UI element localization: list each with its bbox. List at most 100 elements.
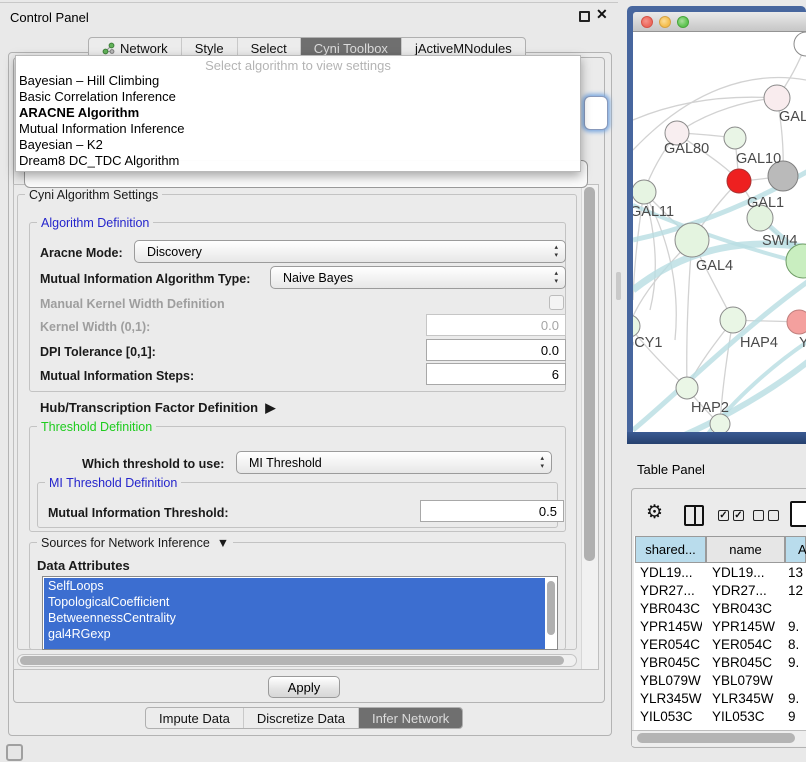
close-icon[interactable]: ✕ [596,6,608,23]
node-gcy1[interactable] [633,315,640,337]
collapse-down-icon: ▼ [213,536,229,550]
tab-infer-network[interactable]: Infer Network [358,708,462,728]
algorithm-dropdown-popup: Select algorithm to view settings Bayesi… [15,55,581,172]
mi-steps-label: Mutual Information Steps: [40,369,194,383]
manual-kernel-label: Manual Kernel Width Definition [40,297,225,311]
dpi-tolerance-label: DPI Tolerance [0,1]: [40,345,156,359]
settings-hscrollbar-thumb[interactable] [20,656,564,665]
list-item-selfloops[interactable]: SelfLoops [44,578,545,594]
network-view-window: GAL GAL80 GAL10 GAL1 GAL11 SWI4 GAL4 GCY… [627,6,806,444]
node-gal10[interactable] [724,127,746,149]
sources-group-title[interactable]: Sources for Network Inference ▼ [37,536,233,550]
minimized-panel-icon[interactable] [6,744,23,761]
mi-algorithm-type-combo[interactable]: Naive Bayes ▴▾ [270,266,566,289]
node-gal1-selected[interactable] [727,169,751,193]
column-header-shared[interactable]: shared... [635,536,706,563]
table-hscrollbar-thumb[interactable] [637,733,795,743]
close-traffic-light-icon[interactable] [641,16,653,28]
dpi-tolerance-field[interactable]: 0.0 [426,339,566,361]
table-row[interactable]: YBL079W YBL079W [634,673,806,691]
node[interactable] [764,85,790,111]
float-window-icon[interactable] [579,11,590,22]
tab-impute-data[interactable]: Impute Data [146,708,243,728]
node-salmon[interactable] [787,310,806,334]
svg-text:GAL10: GAL10 [736,151,781,167]
algorithm-dropdown-placeholder: Select algorithm to view settings [16,58,580,73]
table-row[interactable]: YBR043C YBR043C [634,601,806,619]
table-row[interactable]: YDL19... YDL19... 13 [634,565,806,583]
dropdown-item-aracne[interactable]: ARACNE Algorithm [16,105,580,121]
deselect-all-icon[interactable] [753,510,779,521]
which-threshold-combo[interactable]: MI Threshold ▴▾ [236,451,552,474]
mi-steps-field[interactable]: 6 [426,363,566,385]
threshold-definition-title: Threshold Definition [37,420,156,434]
tab-discretize-data[interactable]: Discretize Data [243,708,358,728]
svg-text:GAL1: GAL1 [747,195,784,211]
bottom-tabbar: Impute Data Discretize Data Infer Networ… [145,707,463,729]
mi-threshold-group-title: MI Threshold Definition [45,476,181,490]
table-row[interactable]: YLR345W YLR345W 9. [634,691,806,709]
dropdown-item-basic-correlation[interactable]: Basic Correlation Inference [16,89,580,105]
mi-threshold-field[interactable]: 0.5 [420,500,564,522]
column-header-name[interactable]: name [706,536,785,563]
svg-text:GCY1: GCY1 [633,335,663,351]
aracne-mode-value: Discovery [147,245,202,259]
aracne-mode-label: Aracne Mode: [40,246,123,260]
settings-vscrollbar-thumb[interactable] [584,187,595,561]
svg-text:HAP2: HAP2 [691,400,729,416]
tab-network-label: Network [120,41,168,56]
hub-section-toggle[interactable]: Hub/Transcription Factor Definition ▶ [40,400,275,416]
split-columns-icon[interactable] [684,505,704,526]
apply-button[interactable]: Apply [268,676,340,698]
node-gal4[interactable] [675,223,709,257]
table-row[interactable]: YIL053C YIL053C 9 [634,709,806,727]
combo-arrows-icon: ▴▾ [540,455,544,471]
table-panel-title: Table Panel [637,462,705,477]
table-row[interactable]: YPR145W YPR145W 9. [634,619,806,637]
dropdown-item-bayesian-hill-climbing[interactable]: Bayesian – Hill Climbing [16,73,580,89]
table-row[interactable]: YER054C YER054C 8. [634,637,806,655]
svg-text:Y: Y [799,335,806,351]
list-item-betweennesscentrality[interactable]: BetweennessCentrality [44,610,545,626]
dropdown-item-dream8[interactable]: Dream8 DC_TDC Algorithm [16,153,580,169]
node[interactable] [794,32,806,56]
gear-icon[interactable]: ⚙ [646,501,663,524]
node[interactable] [710,414,730,432]
kernel-width-field[interactable]: 0.0 [426,314,566,336]
which-threshold-label: Which threshold to use: [82,457,224,471]
page-icon[interactable] [790,501,806,527]
app-root: Control Panel ✕ Network Style Select Cyn… [0,0,806,762]
table-row[interactable]: YBR045C YBR045C 9. [634,655,806,673]
table-row[interactable]: YDR27... YDR27... 12 [634,583,806,601]
aracne-mode-combo[interactable]: Discovery ▴▾ [134,240,566,263]
list-item-partial[interactable] [44,642,545,650]
control-panel: Control Panel ✕ Network Style Select Cyn… [0,0,618,762]
list-item-gal4rgexp[interactable]: gal4RGexp [44,626,545,642]
combo-arrows-icon: ▴▾ [554,270,558,286]
data-attributes-list: SelfLoops TopologicalCoefficient Between… [42,576,558,650]
kernel-width-label: Kernel Width (0,1): [40,320,150,334]
expand-right-icon: ▶ [262,400,276,415]
splitter-handle[interactable] [616,272,621,300]
svg-text:HAP4: HAP4 [740,335,778,351]
top-divider [0,2,618,3]
zoom-traffic-light-icon[interactable] [677,16,689,28]
control-panel-title: Control Panel [10,10,89,25]
list-item-topologicalcoefficient[interactable]: TopologicalCoefficient [44,594,545,610]
node-hap4[interactable] [720,307,746,333]
dropdown-item-mutual-information[interactable]: Mutual Information Inference [16,121,580,137]
algorithm-definition-title: Algorithm Definition [37,216,153,230]
manual-kernel-checkbox[interactable] [549,295,564,310]
node-swi4[interactable] [786,244,806,278]
dropdown-item-bayesian-k2[interactable]: Bayesian – K2 [16,137,580,153]
node-hap2[interactable] [676,377,698,399]
network-window-titlebar[interactable] [633,12,806,32]
svg-text:GAL4: GAL4 [696,258,733,274]
minimize-traffic-light-icon[interactable] [659,16,671,28]
network-canvas[interactable]: GAL GAL80 GAL10 GAL1 GAL11 SWI4 GAL4 GCY… [633,32,806,432]
node-gal11[interactable] [633,180,656,204]
select-all-icon[interactable]: ✓✓ [718,510,744,521]
focused-control-sliver [584,96,608,130]
column-header-partial[interactable]: A [785,536,806,563]
list-vscrollbar-thumb[interactable] [547,581,555,635]
